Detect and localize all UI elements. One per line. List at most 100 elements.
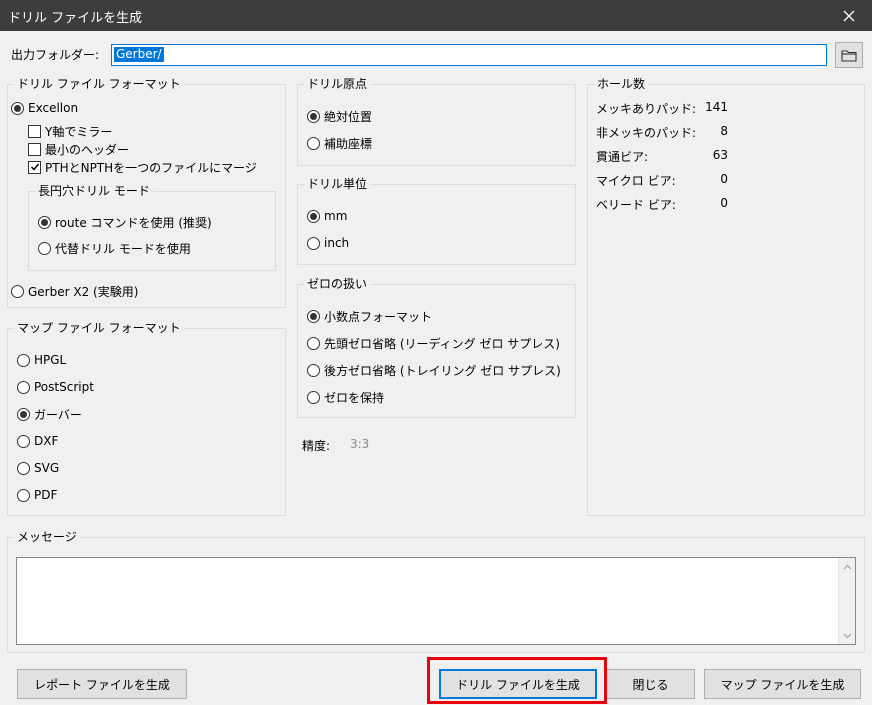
radio-units-mm[interactable]: mm bbox=[307, 208, 347, 224]
radio-gerber-x2[interactable]: Gerber X2 (実験用) bbox=[11, 283, 138, 299]
hole-row-label: 貫通ビア: bbox=[596, 150, 649, 164]
radio-label: 先頭ゼロ省略 (リーディング ゼロ サプレス) bbox=[324, 336, 560, 351]
hole-row-micro-vias: マイクロ ビア: 0 bbox=[596, 172, 732, 188]
output-folder-label: 出力フォルダー: bbox=[11, 48, 100, 62]
checkbox-mirror-y[interactable]: Y軸でミラー bbox=[28, 123, 112, 139]
radio-zeros-leading[interactable]: 先頭ゼロ省略 (リーディング ゼロ サプレス) bbox=[307, 335, 560, 351]
hole-row-value: 141 bbox=[705, 100, 728, 114]
hole-row-nonplated-pads: 非メッキのパッド: 8 bbox=[596, 124, 732, 140]
radio-label: 絶対位置 bbox=[324, 109, 373, 124]
hole-row-value: 63 bbox=[712, 148, 728, 162]
checkbox-label: Y軸でミラー bbox=[45, 124, 113, 139]
radio-selected-icon bbox=[17, 407, 30, 421]
radio-unselected-icon bbox=[307, 390, 320, 404]
radio-selected-icon bbox=[307, 209, 320, 223]
generate-map-button[interactable]: マップ ファイルを生成 bbox=[704, 669, 861, 699]
radio-alt-drill[interactable]: 代替ドリル モードを使用 bbox=[38, 240, 191, 256]
folder-icon bbox=[841, 49, 857, 62]
radio-unselected-icon bbox=[17, 434, 30, 448]
checkbox-min-header[interactable]: 最小のヘッダー bbox=[28, 141, 129, 157]
radio-unselected-icon bbox=[307, 336, 320, 350]
radio-selected-icon bbox=[38, 215, 51, 229]
radio-unselected-icon bbox=[17, 488, 30, 502]
browse-folder-button[interactable] bbox=[835, 42, 863, 68]
radio-label: mm bbox=[324, 209, 348, 223]
radio-label: 代替ドリル モードを使用 bbox=[55, 241, 191, 256]
radio-map-gerber[interactable]: ガーバー bbox=[17, 406, 82, 422]
radio-label: 後方ゼロ省略 (トレイリング ゼロ サプレス) bbox=[324, 363, 561, 378]
radio-label: PDF bbox=[34, 488, 58, 502]
close-button[interactable] bbox=[826, 0, 872, 31]
radio-map-postscript[interactable]: PostScript bbox=[17, 379, 94, 395]
radio-label: Gerber X2 (実験用) bbox=[28, 284, 139, 299]
oval-mode-title: 長円穴ドリル モード bbox=[35, 183, 153, 199]
precision-value: 3:3 bbox=[350, 437, 370, 451]
messages-textarea[interactable] bbox=[16, 557, 856, 645]
window-title: ドリル ファイルを生成 bbox=[8, 11, 143, 26]
radio-excellon[interactable]: Excellon bbox=[11, 100, 78, 116]
hole-row-plated-pads: メッキありパッド: 141 bbox=[596, 100, 732, 116]
radio-zeros-trailing[interactable]: 後方ゼロ省略 (トレイリング ゼロ サプレス) bbox=[307, 362, 561, 378]
radio-unselected-icon bbox=[17, 353, 30, 367]
radio-map-dxf[interactable]: DXF bbox=[17, 433, 58, 449]
radio-label: 補助座標 bbox=[324, 136, 373, 151]
hole-row-label: メッキありパッド: bbox=[596, 102, 697, 116]
hole-count-title: ホール数 bbox=[594, 76, 649, 92]
highlight-annotation-box bbox=[427, 657, 607, 704]
radio-unselected-icon bbox=[38, 241, 51, 255]
radio-label: ガーバー bbox=[34, 407, 82, 422]
generate-report-button[interactable]: レポート ファイルを生成 bbox=[17, 669, 187, 699]
hole-row-value: 0 bbox=[720, 196, 728, 210]
hole-row-label: マイクロ ビア: bbox=[596, 174, 676, 188]
radio-unselected-icon bbox=[17, 461, 30, 475]
map-format-title: マップ ファイル フォーマット bbox=[14, 320, 184, 336]
radio-label: PostScript bbox=[34, 380, 94, 394]
radio-label: DXF bbox=[34, 434, 59, 448]
checkbox-merge-pth[interactable]: PTHとNPTHを一つのファイルにマージ bbox=[28, 159, 257, 175]
drill-origin-title: ドリル原点 bbox=[304, 76, 371, 92]
hole-row-label: ベリード ビア: bbox=[596, 198, 676, 212]
radio-label: 小数点フォーマット bbox=[324, 309, 433, 324]
radio-origin-absolute[interactable]: 絶対位置 bbox=[307, 108, 372, 124]
checkbox-label: 最小のヘッダー bbox=[45, 142, 130, 157]
checkbox-label: PTHとNPTHを一つのファイルにマージ bbox=[45, 160, 257, 175]
close-dialog-button[interactable]: 閉じる bbox=[606, 669, 695, 699]
radio-map-pdf[interactable]: PDF bbox=[17, 487, 57, 503]
radio-map-hpgl[interactable]: HPGL bbox=[17, 352, 66, 368]
radio-label: Excellon bbox=[28, 101, 79, 115]
output-folder-input[interactable]: Gerber/ bbox=[111, 44, 827, 66]
hole-row-buried-vias: ベリード ビア: 0 bbox=[596, 196, 732, 212]
scroll-up-icon[interactable] bbox=[839, 558, 856, 575]
checkbox-checked-icon bbox=[28, 160, 41, 174]
radio-unselected-icon bbox=[11, 284, 24, 298]
checkbox-unchecked-icon bbox=[28, 124, 41, 138]
hole-row-through-vias: 貫通ビア: 63 bbox=[596, 148, 732, 164]
close-icon bbox=[843, 10, 855, 21]
hole-row-value: 0 bbox=[720, 172, 728, 186]
radio-route[interactable]: route コマンドを使用 (推奨) bbox=[38, 214, 212, 230]
hole-row-value: 8 bbox=[720, 124, 728, 138]
scroll-down-icon[interactable] bbox=[839, 627, 856, 644]
radio-unselected-icon bbox=[307, 236, 320, 250]
radio-selected-icon bbox=[307, 109, 320, 123]
radio-unselected-icon bbox=[307, 136, 320, 150]
radio-zeros-keep[interactable]: ゼロを保持 bbox=[307, 389, 384, 405]
oval-mode-group: 長円穴ドリル モード bbox=[28, 183, 276, 271]
checkbox-unchecked-icon bbox=[28, 142, 41, 156]
radio-label: HPGL bbox=[34, 353, 67, 367]
radio-selected-icon bbox=[11, 101, 24, 115]
messages-scrollbar[interactable] bbox=[838, 558, 855, 644]
radio-unselected-icon bbox=[307, 363, 320, 377]
radio-map-svg[interactable]: SVG bbox=[17, 460, 59, 476]
radio-label: route コマンドを使用 (推奨) bbox=[55, 215, 212, 230]
drill-units-group: ドリル単位 bbox=[297, 176, 576, 265]
output-folder-value: Gerber/ bbox=[114, 47, 164, 62]
radio-label: inch bbox=[324, 236, 350, 250]
radio-units-inch[interactable]: inch bbox=[307, 235, 349, 251]
radio-selected-icon bbox=[307, 309, 320, 323]
title-bar: ドリル ファイルを生成 bbox=[0, 0, 872, 31]
drill-units-title: ドリル単位 bbox=[304, 176, 371, 192]
radio-zeros-decimal[interactable]: 小数点フォーマット bbox=[307, 308, 432, 324]
radio-origin-aux[interactable]: 補助座標 bbox=[307, 135, 372, 151]
hole-row-label: 非メッキのパッド: bbox=[596, 126, 697, 140]
